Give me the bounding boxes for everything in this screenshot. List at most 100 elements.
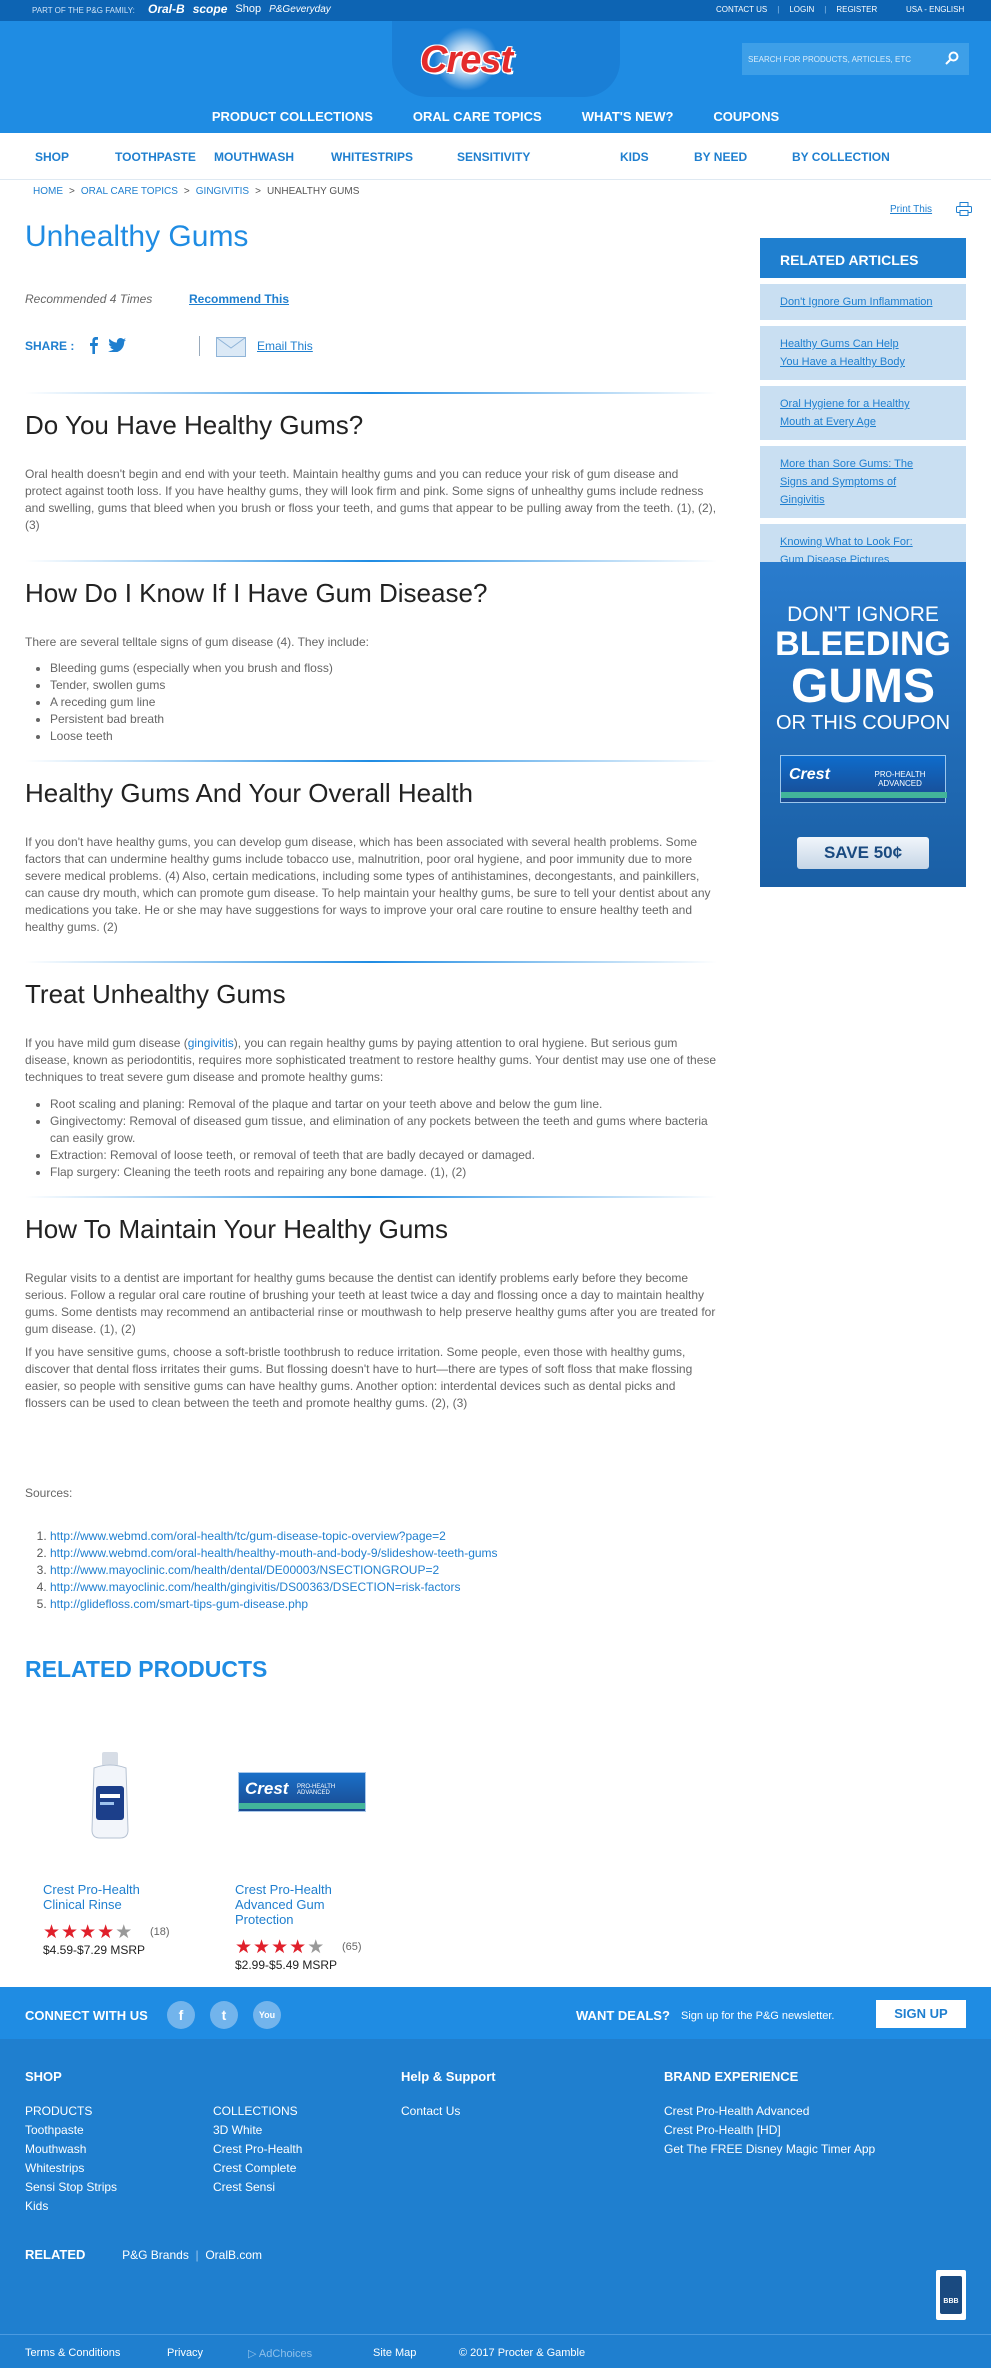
subnav-mouthwash[interactable]: MOUTHWASH: [214, 150, 294, 164]
source-link[interactable]: http://www.webmd.com/oral-health/tc/gum-…: [50, 1529, 446, 1543]
footer-link[interactable]: Mouthwash: [25, 2140, 117, 2159]
youtube-icon[interactable]: You: [253, 2001, 281, 2029]
product-name-toothpaste[interactable]: Crest Pro-Health Advanced Gum Protection: [235, 1882, 332, 1927]
printer-icon[interactable]: [956, 202, 972, 216]
crest-logo[interactable]: Crest: [420, 39, 513, 82]
print-link[interactable]: Print This: [890, 204, 932, 215]
gingivitis-link[interactable]: gingivitis: [188, 1036, 234, 1050]
adchoices-link[interactable]: ▷ AdChoices: [248, 2347, 312, 2360]
site-map-link[interactable]: Site Map: [373, 2347, 416, 2359]
site-header: Crest PRODUCT COLLECTIONS ORAL CARE TOPI…: [0, 21, 991, 133]
subnav-sensitivity[interactable]: SENSITIVITY: [457, 150, 530, 164]
source-link[interactable]: http://glidefloss.com/smart-tips-gum-dis…: [50, 1597, 308, 1611]
footer-link[interactable]: Contact Us: [401, 2102, 460, 2121]
locale-selector[interactable]: USA - ENGLISH: [906, 5, 964, 14]
footer-link[interactable]: Whitestrips: [25, 2159, 117, 2178]
privacy-link[interactable]: Privacy: [167, 2347, 203, 2359]
bbb-badge[interactable]: BBB: [936, 2270, 966, 2320]
page-title: Unhealthy Gums: [25, 220, 249, 253]
breadcrumb-current: UNHEALTHY GUMS: [266, 186, 360, 197]
footer-link[interactable]: Sensi Stop Strips: [25, 2178, 117, 2197]
login-link[interactable]: LOGIN: [789, 5, 814, 14]
breadcrumb-home[interactable]: HOME: [33, 186, 63, 197]
subnav-whitestrips[interactable]: WHITESTRIPS: [331, 150, 413, 164]
list-item: A receding gum line: [50, 694, 710, 711]
related-article-link[interactable]: Don't Ignore Gum Inflammation: [780, 296, 933, 308]
review-count[interactable]: (18): [150, 1926, 170, 1938]
footer-link[interactable]: Get The FREE Disney Magic Timer App: [664, 2140, 875, 2159]
brand-link-oralb[interactable]: Oral-B: [148, 2, 185, 16]
subnav-shop[interactable]: SHOP: [35, 150, 69, 164]
pack-brand: Crest: [245, 1779, 289, 1798]
coupon-ad[interactable]: DON'T IGNORE BLEEDING GUMS OR THIS COUPO…: [760, 562, 966, 887]
review-count[interactable]: (65): [342, 1941, 362, 1953]
breadcrumb-gingivitis[interactable]: GINGIVITIS: [196, 186, 249, 197]
footer-link[interactable]: COLLECTIONS: [213, 2102, 302, 2121]
email-this-link[interactable]: Email This: [257, 339, 313, 353]
brand-link-shop[interactable]: Shop: [235, 3, 261, 15]
subnav-kids[interactable]: KIDS: [620, 150, 649, 164]
subnav-by-collection[interactable]: BY COLLECTION: [792, 150, 890, 164]
product-price: $2.99-$5.49 MSRP: [235, 1958, 338, 1972]
search-icon[interactable]: [945, 51, 959, 65]
section-divider: [25, 392, 717, 394]
brand-link-scope[interactable]: scope: [193, 2, 228, 16]
search-input[interactable]: [748, 51, 928, 67]
footer-shop-col2: COLLECTIONS 3D White Crest Pro-Health Cr…: [213, 2102, 302, 2197]
contact-us-link[interactable]: CONTACT US: [716, 5, 767, 14]
related-article-link[interactable]: Oral Hygiene for a Healthy Mouth at Ever…: [780, 398, 910, 428]
footer-link[interactable]: Kids: [25, 2197, 117, 2216]
twitter-icon[interactable]: t: [210, 2001, 238, 2029]
ad-product-brand: Crest: [789, 766, 830, 783]
related-article-link[interactable]: Healthy Gums Can Help You Have a Healthy…: [780, 338, 905, 368]
recommend-button[interactable]: Recommend This: [189, 292, 289, 306]
sign-up-button[interactable]: SIGN UP: [876, 2000, 966, 2028]
product-name-rinse[interactable]: Crest Pro-Health Clinical Rinse: [43, 1882, 140, 1912]
facebook-icon[interactable]: [87, 336, 99, 354]
footer-link[interactable]: Toothpaste: [25, 2121, 117, 2140]
related-article-item: Oral Hygiene for a Healthy Mouth at Ever…: [760, 386, 966, 440]
site-footer: CONNECT WITH US f t You WANT DEALS? Sign…: [0, 1987, 991, 2368]
subnav-toothpaste[interactable]: TOOTHPASTE: [115, 150, 196, 164]
footer-related-link[interactable]: P&G Brands: [122, 2248, 189, 2262]
register-link[interactable]: REGISTER: [836, 5, 877, 14]
footer-link[interactable]: Crest Sensi: [213, 2178, 302, 2197]
footer-link[interactable]: PRODUCTS: [25, 2102, 117, 2121]
ad-line: OR THIS COUPON: [775, 712, 951, 734]
mail-icon[interactable]: [216, 337, 246, 357]
save-coupon-button[interactable]: SAVE 50¢: [797, 837, 929, 869]
share-label: SHARE :: [25, 339, 75, 353]
footer-link[interactable]: Crest Complete: [213, 2159, 302, 2178]
nav-whats-new[interactable]: WHAT'S NEW?: [582, 109, 674, 124]
list-item: Tender, swollen gums: [50, 677, 710, 694]
breadcrumb-oral-care-topics[interactable]: ORAL CARE TOPICS: [81, 186, 178, 197]
terms-link[interactable]: Terms & Conditions: [25, 2347, 120, 2359]
related-article-link[interactable]: More than Sore Gums: The Signs and Sympt…: [780, 458, 913, 506]
rinse-bottle-image[interactable]: [80, 1750, 140, 1842]
facebook-icon[interactable]: f: [167, 2001, 195, 2029]
star-rating: ★ ★ ★ ★ ★: [235, 1938, 324, 1957]
footer-link[interactable]: Crest Pro-Health Advanced: [664, 2102, 875, 2121]
footer-link[interactable]: Crest Pro-Health: [213, 2140, 302, 2159]
nav-product-collections[interactable]: PRODUCT COLLECTIONS: [212, 109, 373, 124]
footer-related-link[interactable]: OralB.com: [205, 2248, 262, 2262]
ad-line: BLEEDING: [775, 625, 951, 663]
nav-oral-care-topics[interactable]: ORAL CARE TOPICS: [413, 109, 542, 124]
source-link[interactable]: http://www.webmd.com/oral-health/healthy…: [50, 1546, 498, 1560]
toothpaste-box-image[interactable]: Crest PRO-HEALTH ADVANCED: [238, 1772, 366, 1812]
section-heading-overall-health: Healthy Gums And Your Overall Health: [25, 778, 474, 808]
utility-links: CONTACT US | LOGIN | REGISTER: [716, 5, 878, 14]
footer-link[interactable]: Crest Pro-Health [HD]: [664, 2121, 875, 2140]
source-link[interactable]: http://www.mayoclinic.com/health/gingivi…: [50, 1580, 460, 1594]
pack-stripe: [239, 1803, 365, 1809]
related-articles-title: RELATED ARTICLES: [760, 238, 966, 278]
nav-coupons[interactable]: COUPONS: [713, 109, 779, 124]
twitter-icon[interactable]: [108, 338, 126, 352]
pack-subtitle: PRO-HEALTH ADVANCED: [297, 1784, 336, 1796]
subnav-by-need[interactable]: BY NEED: [694, 150, 747, 164]
source-link[interactable]: http://www.mayoclinic.com/health/dental/…: [50, 1563, 439, 1577]
footer-link[interactable]: 3D White: [213, 2121, 302, 2140]
source-item: http://www.webmd.com/oral-health/tc/gum-…: [50, 1528, 498, 1545]
section-divider: [25, 1196, 717, 1198]
brand-link-pgeveryday[interactable]: P&Geveryday: [269, 4, 331, 15]
